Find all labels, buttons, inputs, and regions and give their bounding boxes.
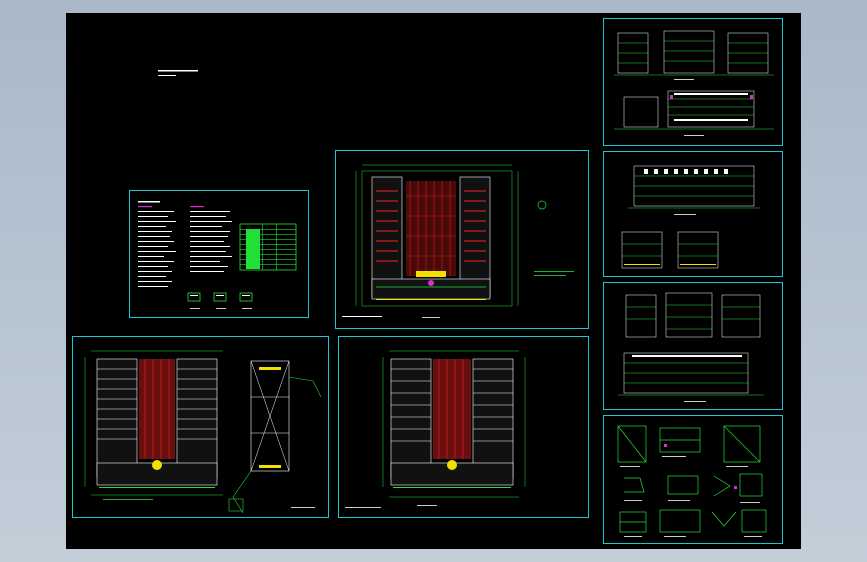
sheet-elevations-3[interactable] [603,282,783,410]
elevations-2-drawing [621,165,760,269]
sheet-elevations-2[interactable] [603,151,783,277]
details-drawing [617,425,767,537]
floor-plan-typical-drawing [345,350,526,508]
elevations-1-drawing [614,30,774,136]
sheet-elevations-1[interactable] [603,18,783,146]
sheet-details[interactable] [603,415,783,544]
cad-drawing-canvas[interactable] [66,13,801,549]
sheet-site-plan[interactable] [335,150,589,329]
floor-plan-stair-drawing [84,350,322,514]
sheet-design-notes[interactable] [129,190,309,318]
sheet-floor-plan-typical[interactable] [338,336,589,518]
design-notes-drawing [138,201,297,309]
sheet-floor-plan-stair[interactable] [72,336,329,518]
elevations-3-drawing [618,292,764,402]
site-plan-drawing [342,164,574,318]
